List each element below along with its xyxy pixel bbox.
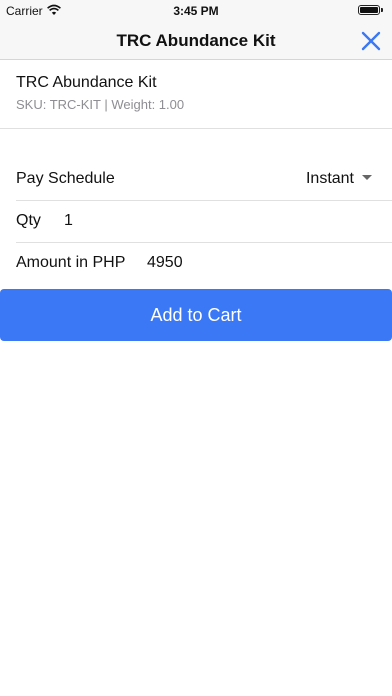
pay-schedule-value: Instant [305,170,354,187]
amount-label: Amount in PHP [16,254,126,271]
navigation-bar: TRC Abundance Kit [0,22,392,60]
status-time: 3:45 PM [173,4,219,18]
pay-schedule-label: Pay Schedule [16,170,115,187]
amount-row: Amount in PHP 4950 [16,243,376,283]
nav-title: TRC Abundance Kit [116,31,276,50]
divider [0,128,392,129]
status-bar: Carrier 3:45 PM [0,0,392,22]
caret-down-icon [362,175,372,180]
qty-label: Qty [16,212,41,229]
battery-full-icon [358,5,383,15]
product-name: TRC Abundance Kit [16,74,157,91]
product-meta: SKU: TRC-KIT | Weight: 1.00 [16,97,185,112]
pay-schedule-row: Pay Schedule Instant [16,159,376,199]
product-header: TRC Abundance Kit SKU: TRC-KIT | Weight:… [16,74,184,112]
add-to-cart-button[interactable]: Add to Cart [0,289,392,341]
amount-field[interactable]: 4950 [147,254,183,272]
qty-field[interactable]: 1 [64,212,73,230]
close-icon[interactable] [358,28,384,54]
qty-row: Qty 1 [16,201,376,241]
pay-schedule-select[interactable]: Instant [306,170,372,188]
